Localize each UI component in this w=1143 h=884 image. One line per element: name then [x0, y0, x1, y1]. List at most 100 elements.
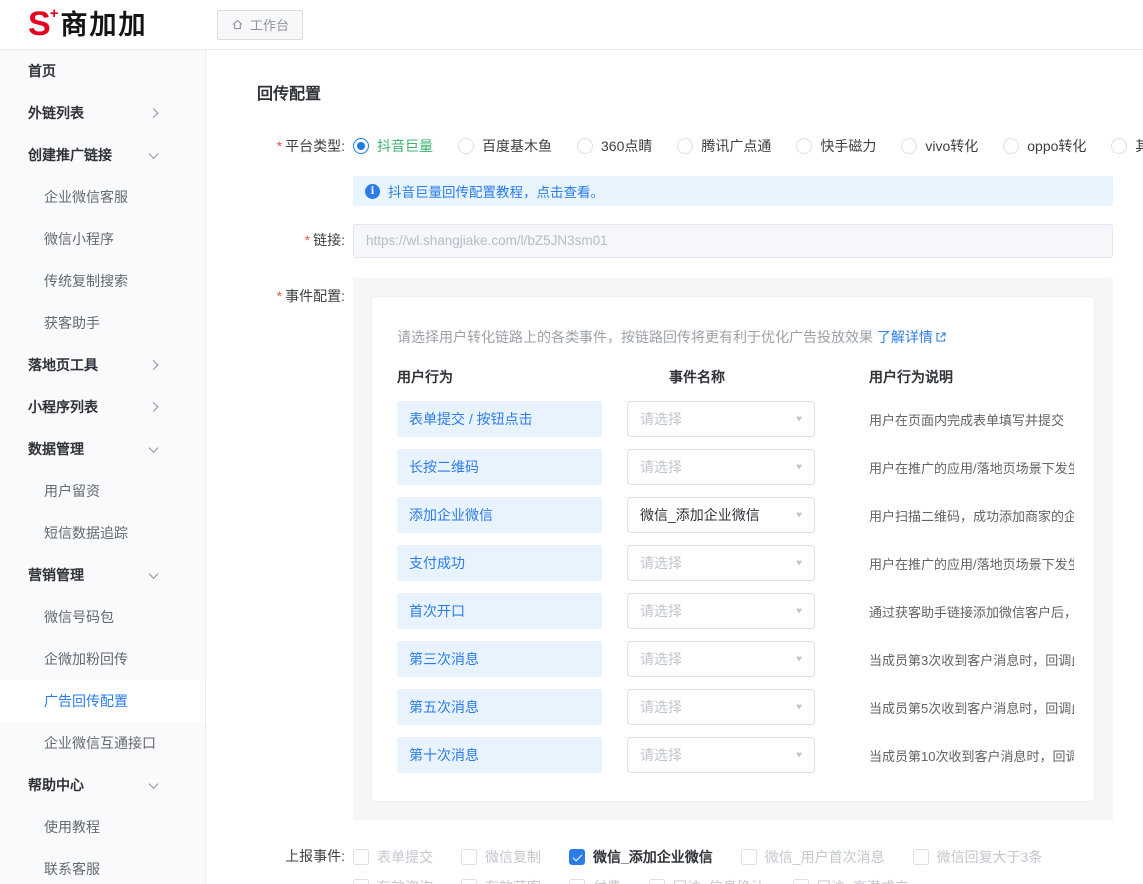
sidebar-item-marketing[interactable]: 营销管理 [0, 554, 205, 596]
sidebar-item-contact-support[interactable]: 联系客服 [0, 848, 205, 884]
chevron-down-icon: ▼ [794, 750, 804, 759]
radio-douyin[interactable]: 抖音巨量 [353, 136, 433, 156]
event-config-hint: 请选择用户转化链路上的各类事件，按链路回传将更有利于优化广告投放效果 了解详情 [397, 327, 1074, 347]
sidebar-item-create-promo-link[interactable]: 创建推广链接 [0, 134, 205, 176]
event-row-add-wecom: 添加企业微信 微信_添加企业微信▼ 用户扫描二维码，成功添加商家的企业微信 [397, 497, 1074, 533]
chevron-down-icon: ▼ [794, 606, 804, 615]
checkbox-wechat-add-wecom[interactable]: 微信_添加企业微信 [569, 847, 713, 867]
checkbox-icon [793, 879, 809, 884]
page-title: 回传配置 [257, 80, 1143, 104]
chevron-down-icon [149, 569, 159, 579]
checkbox-payment[interactable]: 付费 [569, 877, 621, 884]
sidebar-item-external-links[interactable]: 外链列表 [0, 92, 205, 134]
event-select[interactable]: 请选择▼ [627, 641, 815, 677]
event-select[interactable]: 请选择▼ [627, 593, 815, 629]
behavior-pill[interactable]: 支付成功 [397, 545, 602, 581]
event-select[interactable]: 请选择▼ [627, 449, 815, 485]
event-row-pay-success: 支付成功 请选择▼ 用户在推广的应用/落地页场景下发生交... [397, 545, 1074, 581]
tutorial-notice[interactable]: i 抖音巨量回传配置教程，点击查看。 [353, 176, 1113, 206]
behavior-pill[interactable]: 添加企业微信 [397, 497, 602, 533]
event-select[interactable]: 请选择▼ [627, 545, 815, 581]
logo-plus-mark: + [50, 7, 59, 21]
event-select[interactable]: 请选择▼ [627, 401, 815, 437]
platform-type-label: *平台类型: [257, 130, 345, 162]
radio-oppo[interactable]: oppo转化 [1003, 136, 1086, 156]
event-row-form-submit: 表单提交 / 按钮点击 请选择▼ 用户在页面内完成表单填写并提交 [397, 401, 1074, 437]
behavior-pill[interactable]: 首次开口 [397, 593, 602, 629]
checkbox-icon [741, 849, 757, 865]
report-events-row: 上报事件: 表单提交 微信复制 微信_添加企业微信 微信_用户首次消息 微信回复… [257, 846, 1143, 884]
brand-logo[interactable]: S + 商加加 [0, 7, 206, 43]
info-icon: i [365, 184, 380, 199]
radio-vivo[interactable]: vivo转化 [901, 136, 978, 156]
checkbox-valid-consult[interactable]: 有效咨询 [353, 877, 433, 884]
sidebar-item-wecom-fans-callback[interactable]: 企微加粉回传 [0, 638, 205, 680]
behavior-pill[interactable]: 第十次消息 [397, 737, 602, 773]
chevron-right-icon [149, 108, 159, 118]
sidebar-item-copy-search[interactable]: 传统复制搜索 [0, 260, 205, 302]
radio-tencent[interactable]: 腾讯广点通 [677, 136, 771, 156]
tutorial-notice-text: 抖音巨量回传配置教程，点击查看。 [388, 181, 604, 201]
behavior-pill[interactable]: 第三次消息 [397, 641, 602, 677]
behavior-desc: 用户在推广的应用/落地页场景下发生交... [869, 554, 1074, 573]
main-content: 回传配置 *平台类型: 抖音巨量 百度基木鱼 360点睛 腾讯广点通 快手磁力 … [206, 50, 1143, 884]
sidebar-item-tutorial[interactable]: 使用教程 [0, 806, 205, 848]
event-select[interactable]: 请选择▼ [627, 737, 815, 773]
checkbox-wechat-first-message[interactable]: 微信_用户首次消息 [741, 847, 885, 867]
event-config-card: 请选择用户转化链路上的各类事件，按链路回传将更有利于优化广告投放效果 了解详情 … [371, 296, 1095, 802]
workspace-tab-label: 工作台 [250, 15, 289, 34]
column-event-name: 事件名称 [627, 367, 815, 387]
required-mark: * [277, 288, 282, 304]
sidebar-item-help-center[interactable]: 帮助中心 [0, 764, 205, 806]
sidebar-item-sms-tracking[interactable]: 短信数据追踪 [0, 512, 205, 554]
checkbox-wechat-reply-gt3[interactable]: 微信回复大于3条 [913, 847, 1043, 867]
event-select[interactable]: 请选择▼ [627, 689, 815, 725]
checkbox-icon [649, 879, 665, 884]
radio-kuaishou[interactable]: 快手磁力 [796, 136, 876, 156]
sidebar-item-miniprogram-list[interactable]: 小程序列表 [0, 386, 205, 428]
behavior-pill[interactable]: 表单提交 / 按钮点击 [397, 401, 602, 437]
radio-icon [901, 138, 917, 154]
event-row-third-message: 第三次消息 请选择▼ 当成员第3次收到客户消息时，回调此事... [397, 641, 1074, 677]
sidebar-item-wecom-interconnect[interactable]: 企业微信互通接口 [0, 722, 205, 764]
checkbox-icon [461, 879, 477, 884]
checkbox-icon [461, 849, 477, 865]
checkbox-callback-high-intent[interactable]: 回访_高潜成交 [793, 877, 909, 884]
checkbox-checked-icon [569, 849, 585, 865]
behavior-pill[interactable]: 长按二维码 [397, 449, 602, 485]
checkbox-form-submit[interactable]: 表单提交 [353, 847, 433, 867]
workspace-tab[interactable]: 工作台 [217, 10, 303, 40]
sidebar-item-wechat-number-pack[interactable]: 微信号码包 [0, 596, 205, 638]
chevron-down-icon: ▼ [794, 510, 804, 519]
chevron-right-icon [149, 360, 159, 370]
sidebar-item-wechat-miniprogram[interactable]: 微信小程序 [0, 218, 205, 260]
radio-other[interactable]: 其他 [1111, 136, 1143, 156]
sidebar-item-user-leads[interactable]: 用户留资 [0, 470, 205, 512]
event-config-panel: 请选择用户转化链路上的各类事件，按链路回传将更有利于优化广告投放效果 了解详情 … [353, 278, 1113, 820]
chevron-down-icon: ▼ [794, 654, 804, 663]
radio-selected-icon [353, 138, 369, 154]
sidebar-item-data-management[interactable]: 数据管理 [0, 428, 205, 470]
behavior-pill[interactable]: 第五次消息 [397, 689, 602, 725]
platform-type-row: *平台类型: 抖音巨量 百度基木鱼 360点睛 腾讯广点通 快手磁力 vivo转… [257, 130, 1143, 162]
sidebar-item-ad-callback-config[interactable]: 广告回传配置 [0, 680, 205, 722]
report-events-label: 上报事件: [257, 846, 345, 884]
chevron-down-icon: ▼ [794, 558, 804, 567]
required-mark: * [277, 138, 282, 154]
sidebar-item-lead-assistant[interactable]: 获客助手 [0, 302, 205, 344]
sidebar-item-home[interactable]: 首页 [0, 50, 205, 92]
checkbox-wechat-copy[interactable]: 微信复制 [461, 847, 541, 867]
sidebar: 首页 外链列表 创建推广链接 企业微信客服 微信小程序 传统复制搜索 获客助手 … [0, 50, 206, 884]
behavior-desc: 用户扫描二维码，成功添加商家的企业微信 [869, 506, 1074, 525]
radio-baidu[interactable]: 百度基木鱼 [458, 136, 552, 156]
link-input: https://wl.shangjiake.com/l/bZ5JN3sm01 [353, 224, 1113, 258]
report-checkbox-line-1: 表单提交 微信复制 微信_添加企业微信 微信_用户首次消息 微信回复大于3条 [353, 847, 1070, 867]
checkbox-valid-lead[interactable]: 有效获客 [461, 877, 541, 884]
radio-360[interactable]: 360点睛 [577, 136, 652, 156]
logo-s-mark: S [28, 7, 51, 41]
sidebar-item-landing-tools[interactable]: 落地页工具 [0, 344, 205, 386]
learn-more-link[interactable]: 了解详情 [877, 329, 947, 345]
sidebar-item-wecom-service[interactable]: 企业微信客服 [0, 176, 205, 218]
checkbox-callback-info-confirm[interactable]: 回访_信息确认 [649, 877, 765, 884]
event-select[interactable]: 微信_添加企业微信▼ [627, 497, 815, 533]
